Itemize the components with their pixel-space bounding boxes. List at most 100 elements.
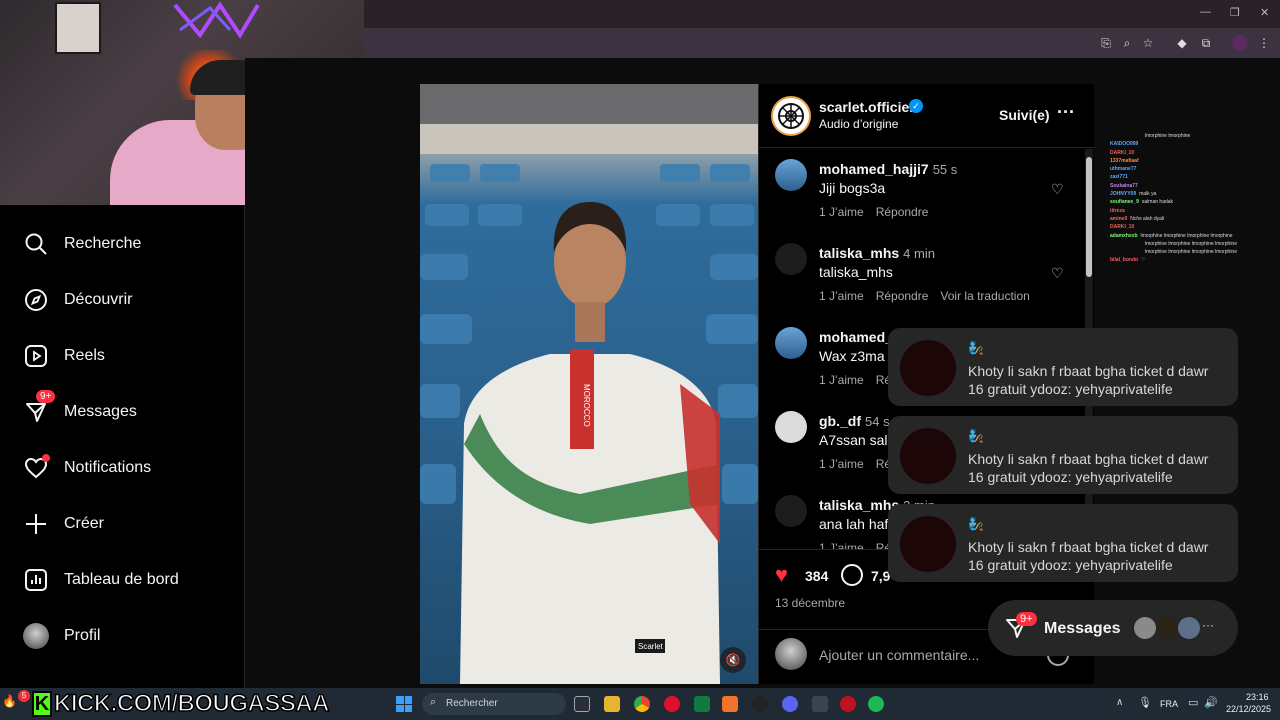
- spotify-icon[interactable]: [868, 696, 884, 712]
- comment-username[interactable]: taliska_mhs 4 min: [819, 245, 935, 261]
- notification-text: Khoty li sakn f rbaat bgha ticket d dawr: [968, 451, 1209, 467]
- like-count[interactable]: 1 J’aime: [819, 457, 864, 471]
- taskbar-search[interactable]: ⌕ Rechercher: [422, 693, 566, 715]
- restore-icon[interactable]: ❐: [1230, 6, 1240, 19]
- chat-message: lmorphine lmorphine: [1100, 132, 1250, 140]
- author-username[interactable]: scarlet.officiel: [819, 99, 913, 115]
- like-heart-icon[interactable]: ♡: [1051, 181, 1064, 198]
- volume-icon[interactable]: 🔊: [1204, 696, 1218, 709]
- post-image[interactable]: MOROCCO Scarlet 🔇: [420, 84, 758, 684]
- clock-time[interactable]: 23:16: [1246, 692, 1269, 702]
- like-count[interactable]: 1 J’aime: [819, 289, 864, 303]
- sidebar-item-reels[interactable]: Reels: [22, 341, 105, 371]
- reply-button[interactable]: Répondre: [876, 289, 929, 303]
- sidebar-item-label: Notifications: [64, 459, 152, 476]
- comment-icon[interactable]: [841, 564, 863, 586]
- avatar: [1178, 617, 1200, 639]
- chat-username: DARKI_10: [1110, 224, 1135, 231]
- message-notification[interactable]: 🧞 Khoty li sakn f rbaat bgha ticket d da…: [888, 416, 1238, 494]
- more-options-icon[interactable]: ···: [1057, 102, 1075, 123]
- like-count[interactable]: 1 J’aime: [819, 373, 864, 387]
- opera-icon[interactable]: [664, 696, 680, 712]
- extension-icon[interactable]: ◆: [1174, 35, 1190, 51]
- comment-username[interactable]: mohamed_: [819, 329, 893, 345]
- close-icon[interactable]: ✕: [1260, 6, 1269, 19]
- reply-button[interactable]: Répondre: [876, 205, 929, 219]
- comment-text: Wax z3ma t: [819, 348, 893, 364]
- like-heart-icon[interactable]: ♥: [775, 562, 788, 588]
- notification-text: 16 gratuit ydooz: yehyaprivatelife: [968, 381, 1173, 397]
- windows-start-icon[interactable]: [396, 696, 412, 712]
- like-count[interactable]: 1 J’aime: [819, 205, 864, 219]
- avatar[interactable]: [775, 243, 807, 275]
- minimize-icon[interactable]: —: [1200, 6, 1211, 18]
- chrome-icon[interactable]: [634, 696, 650, 712]
- app-icon[interactable]: [840, 696, 856, 712]
- sidebar-item-messages[interactable]: 9+ Messages: [22, 390, 137, 427]
- avatar[interactable]: [775, 159, 807, 191]
- avatar[interactable]: [775, 495, 807, 527]
- sidebar-item-notifications[interactable]: Notifications: [22, 453, 151, 483]
- chat-username: soufianee_9: [1110, 199, 1139, 206]
- avatar[interactable]: [775, 327, 807, 359]
- network-icon[interactable]: ▭: [1188, 696, 1198, 709]
- message-notification[interactable]: 🧞 Khoty li sakn f rbaat bgha ticket d da…: [888, 504, 1238, 582]
- author-avatar[interactable]: [771, 96, 811, 136]
- comment-username[interactable]: gb._df 54 s: [819, 413, 890, 429]
- comment-text: Jiji bogs3a: [819, 180, 886, 196]
- messages-pill-button[interactable]: 9+ Messages ···: [988, 600, 1238, 656]
- messages-badge: 9+: [1016, 612, 1037, 626]
- sidebar-item-create[interactable]: Créer: [22, 509, 104, 539]
- comment-text: A7ssan saln: [819, 432, 896, 448]
- see-translation-button[interactable]: Voir la traduction: [940, 289, 1029, 303]
- profile-avatar[interactable]: [1232, 35, 1248, 51]
- sidebar-item-search[interactable]: Recherche: [22, 229, 141, 259]
- like-heart-icon[interactable]: ♡: [1051, 265, 1064, 282]
- app-icon[interactable]: [722, 696, 738, 712]
- menu-dots-icon[interactable]: ⋮: [1256, 35, 1272, 51]
- sidebar-item-label: Reels: [64, 347, 105, 364]
- sidebar-item-explore[interactable]: Découvrir: [22, 285, 132, 315]
- chat-message: soufianee_9 salman hadak: [1100, 198, 1250, 206]
- clock-date[interactable]: 22/12/2025: [1226, 704, 1271, 714]
- kick-stream-banner: 🔥 5 K KICK.COM/BOUGASSAA: [0, 688, 340, 720]
- zoom-icon[interactable]: ⌕: [1119, 35, 1135, 51]
- username-text: mohamed_: [819, 329, 893, 345]
- search-icon: ⌕: [430, 696, 437, 708]
- task-view-icon[interactable]: [574, 696, 590, 712]
- message-notification[interactable]: 🧞 Khoty li sakn f rbaat bgha ticket d da…: [888, 328, 1238, 406]
- sidebar-item-profile[interactable]: Profil: [22, 621, 100, 651]
- scrollbar-thumb[interactable]: [1086, 157, 1092, 277]
- chat-message: 1337mafiaaf: [1100, 157, 1250, 165]
- chat-username: amine9: [1110, 215, 1128, 222]
- chat-text: ♡: [1141, 257, 1146, 264]
- comment-username[interactable]: mohamed_hajji7 55 s: [819, 161, 957, 177]
- install-icon[interactable]: ⎘: [1098, 35, 1114, 51]
- audio-subtitle[interactable]: Audio d’origine: [819, 117, 898, 131]
- terminal-icon[interactable]: [694, 696, 710, 712]
- comment-actions: 1 J’aime Répondre: [819, 205, 940, 219]
- microphone-icon[interactable]: 🎙: [1138, 696, 1152, 709]
- mute-icon[interactable]: 🔇: [720, 647, 746, 673]
- comment-time: 4 min: [903, 246, 935, 261]
- language-indicator[interactable]: FRA: [1160, 699, 1178, 709]
- discord-icon[interactable]: [782, 696, 798, 712]
- more-icon: ···: [1202, 618, 1214, 632]
- obs-icon[interactable]: [752, 696, 768, 712]
- sidebar-item-label: Créer: [64, 515, 105, 532]
- shirt-text: MOROCCO: [582, 384, 591, 427]
- username-text: taliska_mhs: [819, 245, 900, 261]
- comment-input[interactable]: Ajouter un commentaire...: [819, 647, 979, 663]
- sidebar-item-label: Messages: [64, 403, 137, 420]
- sidebar-item-dashboard[interactable]: Tableau de bord: [22, 565, 179, 595]
- app-icon[interactable]: [812, 696, 828, 712]
- like-count[interactable]: 1 J’aime: [819, 541, 864, 549]
- username-text: mohamed_hajji7: [819, 161, 929, 177]
- bookmark-star-icon[interactable]: ☆: [1140, 35, 1156, 51]
- puzzle-icon[interactable]: ⧉: [1198, 35, 1214, 51]
- dashboard-icon: [22, 566, 50, 594]
- avatar[interactable]: [775, 411, 807, 443]
- following-button[interactable]: Suivi(e): [999, 107, 1050, 123]
- file-explorer-icon[interactable]: [604, 696, 620, 712]
- chevron-up-icon[interactable]: ∧: [1116, 697, 1123, 708]
